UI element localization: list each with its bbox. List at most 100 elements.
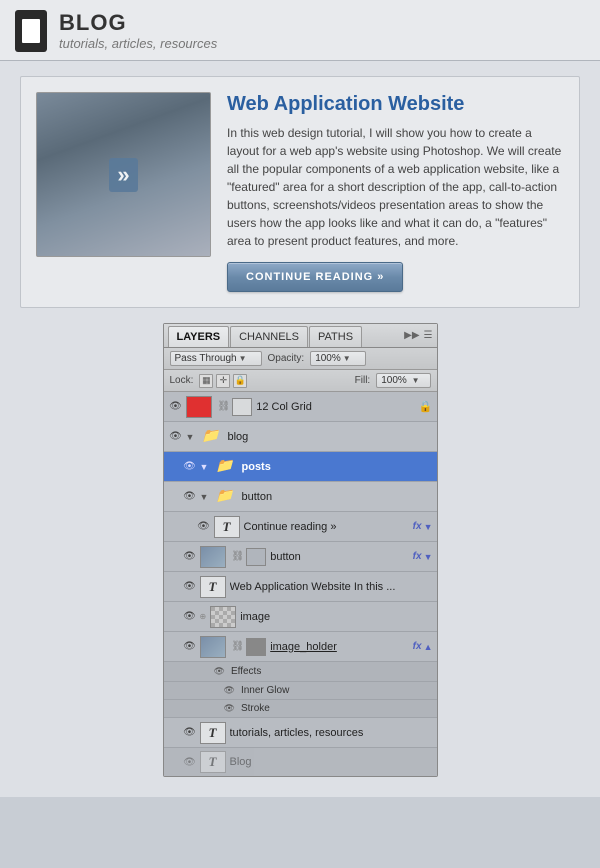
blog-icon-page [22,19,40,43]
folder-icon: 📁 [212,456,238,478]
panel-close-icon[interactable]: ☰ [424,330,433,341]
continue-reading-button[interactable]: CONTINUE READING » [227,262,403,292]
layer-name: Web Application Website In this ... [230,581,433,593]
layer-row[interactable]: 👁 ⛓ image_holder fx ▲ [164,632,437,662]
visibility-icon[interactable]: 👁 [182,725,198,741]
lock-label: Lock: [170,375,194,386]
fx-arrow-icon: ▼ [424,522,433,532]
blog-title: BLOG [59,12,217,34]
layer-thumbnail [210,606,236,628]
blend-mode-select[interactable]: Pass Through ▼ [170,351,262,366]
lock-position-icon[interactable]: ✛ [216,374,230,388]
effect-label: Effects [231,666,261,677]
visibility-icon[interactable]: 👁 [182,579,198,595]
layer-row[interactable]: 👁 ⊕ image [164,602,437,632]
folder-icon: 📁 [198,426,224,448]
chain-icon: ⛓ [218,401,231,412]
thumb-overlay: » [37,93,210,256]
blog-title-block: BLOG tutorials, articles, resources [59,12,217,51]
opacity-value-text: 100% [315,353,341,364]
layer-name: posts [242,461,433,473]
expand-icon[interactable]: ▼ [200,462,210,472]
layer-row[interactable]: 👁 T Blog [164,748,437,776]
blog-icon [15,10,47,52]
layer-row[interactable]: 👁 ▼ 📁 button [164,482,437,512]
fx-badge: fx [413,641,422,652]
article-text: In this web design tutorial, I will show… [227,124,564,250]
stroke-row: 👁 Stroke [164,700,437,718]
effect-eye-icon[interactable]: 👁 [224,685,235,696]
layer-thumbnail: T [214,516,240,538]
visibility-icon[interactable]: 👁 [182,549,198,565]
visibility-icon[interactable]: 👁 [196,519,212,535]
panel-menu-icon[interactable]: ▶▶ [404,330,419,341]
layer-row[interactable]: 👁 ▼ 📁 blog [164,422,437,452]
visibility-icon[interactable]: 👁 [168,399,184,415]
visibility-icon[interactable]: 👁 [182,459,198,475]
layer-row[interactable]: 👁 T Web Application Website In this ... [164,572,437,602]
fx-badge: fx [413,551,422,562]
article-title: Web Application Website [227,92,564,116]
panel-toolbar: Pass Through ▼ Opacity: 100% ▼ [164,348,437,370]
fill-label: Fill: [355,375,371,386]
layer-row[interactable]: 👁 ▼ 📁 posts [164,452,437,482]
effect-eye-icon[interactable]: 👁 [214,666,225,677]
visibility-icon[interactable]: 👁 [182,639,198,655]
visibility-icon[interactable]: 👁 [182,609,198,625]
layer-mask-thumb [232,398,252,416]
layer-row[interactable]: 👁 ⛓ button fx ▼ [164,542,437,572]
layer-name: button [270,551,408,563]
main-content: » Web Application Website In this web de… [0,61,600,797]
blend-arrow-icon: ▼ [239,354,247,363]
tab-paths[interactable]: PATHS [309,326,362,347]
layer-name: image [240,611,432,623]
fx-badge: fx [413,521,422,532]
chain-icon: ⛓ [232,641,245,652]
visibility-icon[interactable]: 👁 [182,489,198,505]
layer-name: Blog [230,756,433,768]
visibility-icon[interactable]: 👁 [182,754,198,770]
tab-layers[interactable]: LAYERS [168,326,230,347]
layer-name: button [242,491,433,503]
opacity-input[interactable]: 100% ▼ [310,351,366,366]
layer-name: blog [228,431,433,443]
tab-channels[interactable]: CHANNELS [230,326,308,347]
layer-row[interactable]: 👁 T Continue reading » fx ▼ [164,512,437,542]
fx-up-arrow-icon: ▲ [424,642,433,652]
layer-name: tutorials, articles, resources [230,727,433,739]
layer-name: 12 Col Grid [256,401,415,413]
fx-arrow-icon: ▼ [424,552,433,562]
blog-subtitle: tutorials, articles, resources [59,36,217,51]
opacity-label: Opacity: [268,353,305,364]
lock-badge: 🔒 [419,400,433,413]
folder-icon: 📁 [212,486,238,508]
effect-name: Stroke [241,703,270,714]
layer-thumbnail: T [200,722,226,744]
thumb-arrow-icon: » [109,158,137,192]
layer-name: Continue reading » [244,521,409,533]
effects-row: 👁 Effects [164,662,437,682]
expand-icon[interactable]: ▼ [200,492,210,502]
panel-tab-icons: ▶▶ ☰ [404,330,432,343]
layer-row[interactable]: 👁 ⛓ 12 Col Grid 🔒 [164,392,437,422]
inner-glow-row: 👁 Inner Glow [164,682,437,700]
effect-eye-icon[interactable]: 👁 [224,703,235,714]
layers-panel: LAYERS CHANNELS PATHS ▶▶ ☰ Pass Through … [163,323,438,777]
lock-pixels-icon[interactable]: ▦ [199,374,213,388]
chain-icon: ⛓ [232,551,245,562]
expand-icon[interactable]: ▼ [186,432,196,442]
layer-mask-thumb [246,638,266,656]
visibility-icon[interactable]: 👁 [168,429,184,445]
lock-row: Lock: ▦ ✛ 🔒 Fill: 100% ▼ [164,370,437,392]
layer-row[interactable]: 👁 T tutorials, articles, resources [164,718,437,748]
lock-all-icon[interactable]: 🔒 [233,374,247,388]
article-thumbnail: » [36,92,211,257]
opacity-arrow: ▼ [343,354,351,363]
fill-value-text: 100% [381,375,407,386]
effect-name: Inner Glow [241,685,289,696]
layer-mask-thumb [246,548,266,566]
fill-input[interactable]: 100% ▼ [376,373,430,388]
layer-thumbnail [200,546,226,568]
layer-name: image_holder [270,641,408,653]
article-card: » Web Application Website In this web de… [20,76,580,308]
